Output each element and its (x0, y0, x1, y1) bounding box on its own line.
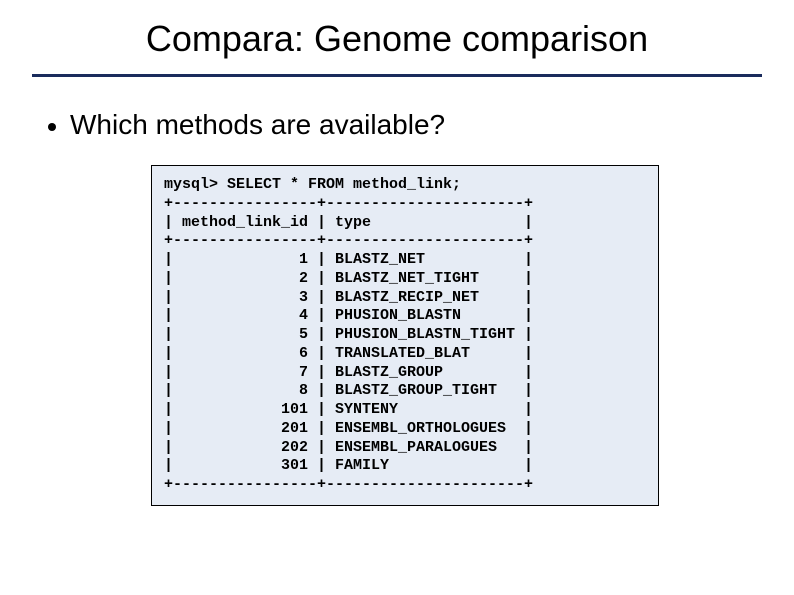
table-row: | 4 | PHUSION_BLASTN | (164, 307, 533, 324)
table-border: +----------------+----------------------… (164, 232, 533, 249)
bullet-text: Which methods are available? (70, 109, 445, 141)
page-title: Compara: Genome comparison (0, 0, 794, 60)
terminal-output: mysql> SELECT * FROM method_link; +-----… (151, 165, 659, 506)
table-header: | method_link_id | type | (164, 214, 533, 231)
table-border: +----------------+----------------------… (164, 476, 533, 493)
bullet-icon (48, 123, 56, 131)
table-row: | 6 | TRANSLATED_BLAT | (164, 345, 533, 362)
table-row: | 101 | SYNTENY | (164, 401, 533, 418)
table-row: | 8 | BLASTZ_GROUP_TIGHT | (164, 382, 533, 399)
table-row: | 2 | BLASTZ_NET_TIGHT | (164, 270, 533, 287)
table-row: | 5 | PHUSION_BLASTN_TIGHT | (164, 326, 533, 343)
table-row: | 7 | BLASTZ_GROUP | (164, 364, 533, 381)
table-row: | 301 | FAMILY | (164, 457, 533, 474)
bullet-item: Which methods are available? (48, 109, 762, 141)
table-row: | 202 | ENSEMBL_PARALOGUES | (164, 439, 533, 456)
table-row: | 1 | BLASTZ_NET | (164, 251, 533, 268)
content-area: Which methods are available? mysql> SELE… (0, 77, 794, 506)
table-border: +----------------+----------------------… (164, 195, 533, 212)
table-row: | 3 | BLASTZ_RECIP_NET | (164, 289, 533, 306)
sql-prompt-line: mysql> SELECT * FROM method_link; (164, 176, 461, 193)
table-row: | 201 | ENSEMBL_ORTHOLOGUES | (164, 420, 533, 437)
